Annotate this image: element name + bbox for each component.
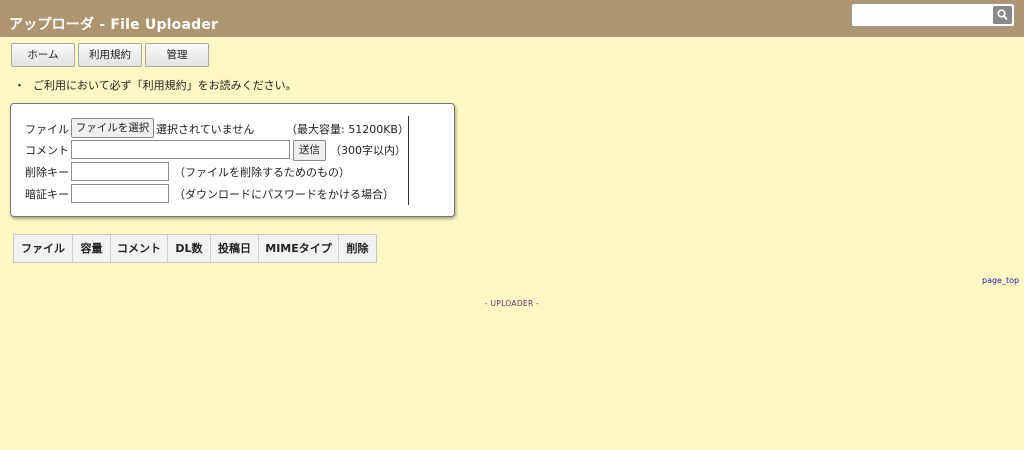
auth-key-label: 暗証キー <box>25 188 69 201</box>
notice-text: ご利用において必ず「利用規約」をお読みください。 <box>33 79 297 92</box>
column-header-mime-type[interactable]: MIMEタイプ <box>259 235 339 262</box>
nav-admin-button[interactable]: 管理 <box>145 43 209 67</box>
footer-text: - UPLOADER - <box>484 299 540 308</box>
page-top-link[interactable]: page_top <box>982 276 1019 285</box>
search-icon <box>997 9 1008 21</box>
comment-input[interactable] <box>71 140 290 159</box>
site-title: アップローダ - File Uploader <box>9 17 219 33</box>
nav-terms-button[interactable]: 利用規約 <box>78 43 142 67</box>
nav-home-button[interactable]: ホーム <box>11 43 75 67</box>
header-bar: アップローダ - File Uploader <box>0 0 1024 37</box>
column-header-date[interactable]: 投稿日 <box>211 235 259 262</box>
delete-key-label: 削除キー <box>25 166 69 179</box>
comment-limit: （300字以内） <box>330 144 406 157</box>
column-header-downloads[interactable]: DL数 <box>168 235 211 262</box>
notice-bullet: ・ <box>14 79 25 92</box>
file-status: 選択されていません <box>156 123 255 136</box>
search-button[interactable] <box>993 6 1012 24</box>
column-header-comment[interactable]: コメント <box>111 235 168 262</box>
column-header-file[interactable]: ファイル <box>14 235 73 262</box>
delete-key-hint: （ファイルを削除するためのもの） <box>174 166 350 179</box>
terms-notice: ・ご利用において必ず「利用規約」をお読みください。 <box>14 77 297 93</box>
search-input[interactable] <box>856 7 986 23</box>
column-header-delete[interactable]: 削除 <box>339 235 376 262</box>
column-header-size[interactable]: 容量 <box>73 235 111 262</box>
upload-form: ファイル ファイルを選択 選択されていません （最大容量: 51200KB） コ… <box>10 103 455 217</box>
file-list-table: ファイル 容量 コメント DL数 投稿日 MIMEタイプ 削除 <box>13 234 377 263</box>
send-button[interactable]: 送信 <box>293 140 326 161</box>
search-box <box>851 3 1015 27</box>
file-label: ファイル <box>25 123 69 136</box>
choose-file-button[interactable]: ファイルを選択 <box>71 118 154 138</box>
delete-key-input[interactable] <box>71 162 169 181</box>
auth-key-input[interactable] <box>71 184 169 203</box>
file-size-limit: （最大容量: 51200KB） <box>286 123 409 136</box>
auth-key-hint: （ダウンロードにパスワードをかける場合） <box>174 188 394 201</box>
comment-label: コメント <box>25 144 69 157</box>
